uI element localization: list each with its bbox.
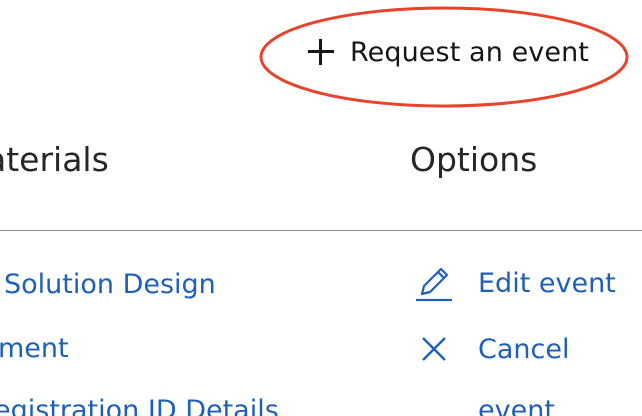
- header-divider: [0, 230, 642, 231]
- material-link[interactable]: ment: [0, 331, 69, 367]
- cancel-event-label: Cancel: [478, 334, 570, 365]
- edit-event-button[interactable]: Edit event: [414, 264, 616, 304]
- cancel-event-label-continued[interactable]: event: [478, 393, 555, 416]
- plus-icon: [306, 37, 336, 67]
- pencil-icon: [416, 267, 452, 302]
- material-link[interactable]: egistration ID Details: [0, 393, 279, 416]
- request-event-button[interactable]: Request an event: [306, 30, 589, 74]
- material-link[interactable]: Solution Design: [4, 267, 216, 303]
- edit-event-label: Edit event: [478, 268, 616, 299]
- request-event-label: Request an event: [350, 36, 589, 68]
- close-icon: [422, 337, 446, 361]
- page: Request an event aterials Options Soluti…: [0, 0, 642, 416]
- cancel-event-button[interactable]: Cancel: [414, 330, 569, 370]
- column-header-options: Options: [410, 140, 538, 179]
- column-header-materials: aterials: [0, 140, 109, 179]
